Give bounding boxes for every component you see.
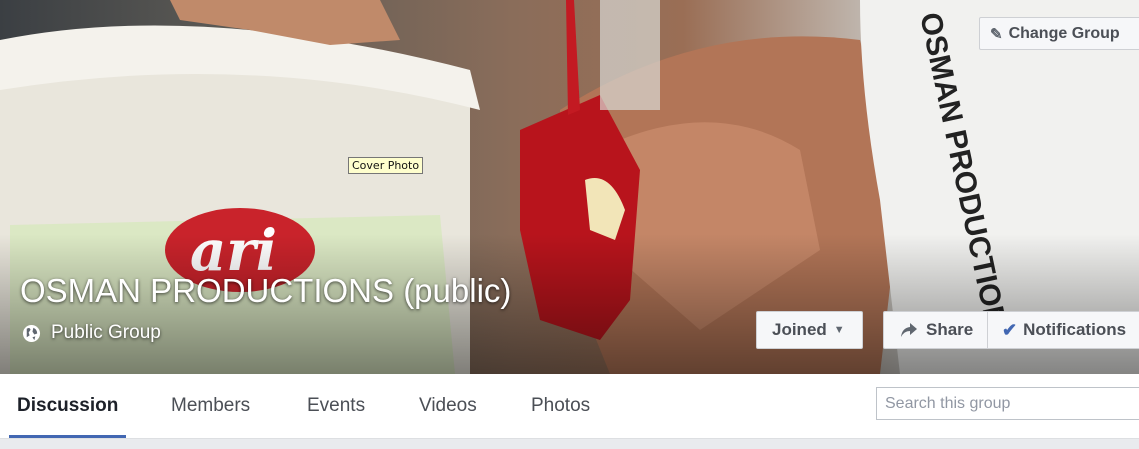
- group-title[interactable]: OSMAN PRODUCTIONS (public): [20, 272, 511, 310]
- share-label: Share: [926, 320, 974, 339]
- group-privacy-label: Public Group: [51, 322, 161, 343]
- share-button[interactable]: Share: [883, 311, 987, 349]
- pencil-icon: ✎: [990, 25, 1003, 43]
- change-group-label: Change Group: [1008, 24, 1120, 42]
- tab-events[interactable]: Events: [307, 374, 365, 438]
- cover-photo-tooltip: Cover Photo: [348, 157, 424, 174]
- change-group-cover-button[interactable]: ✎ Change Group: [979, 17, 1139, 50]
- tab-discussion[interactable]: Discussion: [9, 374, 127, 438]
- group-privacy: Public Group: [22, 322, 161, 344]
- tab-photos[interactable]: Photos: [531, 374, 590, 438]
- globe-icon: [22, 324, 41, 342]
- notifications-button[interactable]: ✔ Notifications: [987, 311, 1139, 349]
- notifications-label: Notifications: [1023, 320, 1127, 339]
- tab-videos[interactable]: Videos: [419, 374, 477, 438]
- checkmark-icon: ✔: [1002, 319, 1018, 340]
- chevron-down-icon: ▼: [833, 324, 845, 336]
- share-arrow-icon: [901, 323, 917, 337]
- joined-label: Joined: [772, 320, 827, 339]
- search-group-input[interactable]: [876, 387, 1139, 420]
- tab-members[interactable]: Members: [171, 374, 250, 438]
- joined-button[interactable]: Joined ▼: [756, 311, 863, 349]
